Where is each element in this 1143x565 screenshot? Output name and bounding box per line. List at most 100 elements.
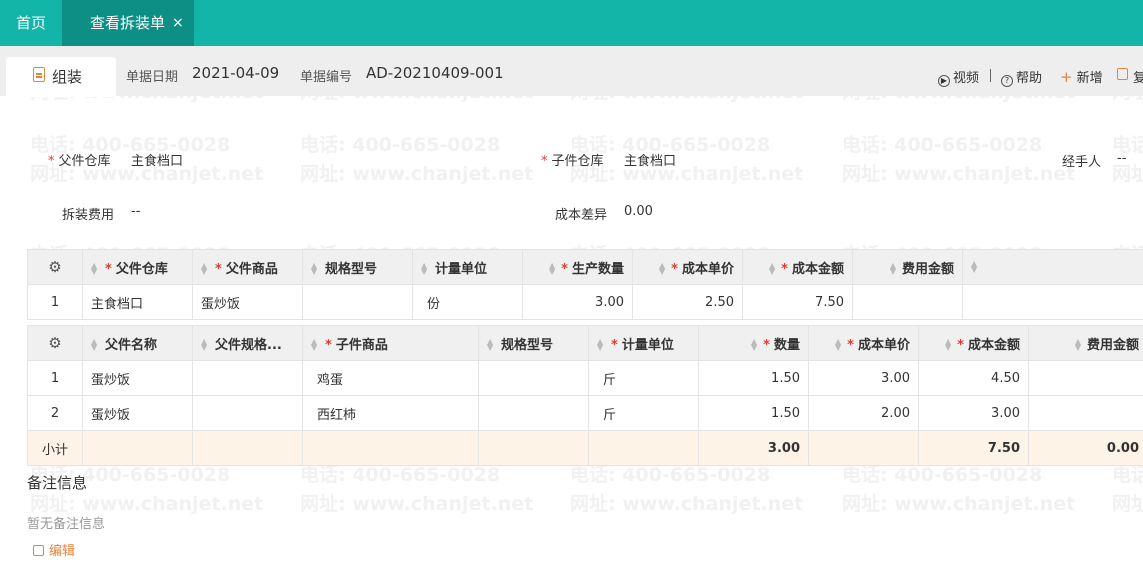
module-tab-assemble[interactable]: 组装 [6, 57, 116, 97]
watermark-site: 网址: www.chanjet.net [842, 163, 1076, 185]
col-header[interactable]: ▲ ▼ 计量单位 [412, 249, 523, 285]
col-header[interactable]: ▲ ▼ * 父件仓库 [82, 249, 193, 285]
video-button[interactable]: ▶ 视频 [938, 67, 979, 87]
table-row[interactable]: 1 主食档口 蛋炒饭 份 3.00 2.50 7.50 [27, 284, 1143, 320]
cell[interactable]: 2.50 [632, 284, 743, 320]
document-icon [33, 67, 45, 82]
col-header[interactable]: ▲ ▼ 费用金额 [852, 249, 963, 285]
watermark-phone: 电话: 400-665-0028 [300, 134, 501, 156]
toolbar-divider [990, 69, 991, 82]
cell[interactable] [1028, 360, 1143, 396]
cost-diff-value: 0.00 [624, 204, 653, 219]
cell[interactable] [302, 284, 413, 320]
doc-code-value: AD-20210409-001 [366, 64, 504, 82]
cell[interactable] [478, 360, 589, 396]
cell[interactable]: 3.00 [522, 284, 633, 320]
col-header[interactable]: ▲ ▼ * 成本金额 [742, 249, 853, 285]
edit-memo-button[interactable]: 编辑 [33, 540, 75, 559]
copy-icon[interactable] [1117, 68, 1128, 80]
cell[interactable]: 4.50 [918, 360, 1029, 396]
cell [808, 430, 919, 466]
cell[interactable]: 1.50 [698, 395, 809, 431]
column-settings-button[interactable]: ⚙ [27, 325, 83, 361]
sort-icon: ▲ ▼ [971, 259, 978, 274]
edit-icon [33, 545, 44, 556]
cell [478, 430, 589, 466]
cell [588, 430, 699, 466]
cell[interactable]: 1.50 [698, 360, 809, 396]
sort-icon: ▲ ▼ [201, 337, 208, 352]
doc-code-label: 单据编号 [300, 70, 353, 85]
subtotal-fee: 0.00 [1028, 430, 1143, 466]
watermark-site: 网址: www.chanjet.net [30, 493, 264, 515]
copy-label[interactable]: 复 [1133, 67, 1143, 86]
cell[interactable] [1028, 395, 1143, 431]
cell[interactable]: 3.00 [918, 395, 1029, 431]
col-header[interactable]: ▲ ▼ * 计量单位 [588, 325, 699, 361]
close-icon[interactable]: × [172, 0, 184, 46]
child-item-table: ⚙ ▲ ▼ 父件名称 ▲ ▼ 父件规格... ▲ ▼ * 子件商品 ▲ ▼ 规格型号 ▲ ▼ * 计量单… [27, 325, 1143, 466]
col-header[interactable]: ▲ ▼ 规格型号 [302, 249, 413, 285]
col-header[interactable]: ▲ ▼ * 成本单价 [632, 249, 743, 285]
handler-value: -- [1117, 151, 1127, 166]
col-header[interactable]: ▲ ▼ 父件名称 [82, 325, 193, 361]
cell[interactable] [478, 395, 589, 431]
cell[interactable]: 份 [412, 284, 523, 320]
watermark-site: 网址: www.chanjet.net [570, 493, 804, 515]
watermark-site: 网址: www.chanjet.net [842, 493, 1076, 515]
subtotal-label: 小计 [27, 430, 83, 466]
row-index: 1 [27, 360, 83, 396]
col-header[interactable]: ▲ ▼ 规格型号 [478, 325, 589, 361]
cell [82, 430, 193, 466]
col-header[interactable]: ▲ ▼ 父件规格... [192, 325, 303, 361]
table-row[interactable]: 1 蛋炒饭 鸡蛋 斤 1.50 3.00 4.50 [27, 360, 1143, 396]
sort-icon: ▲ ▼ [311, 261, 318, 276]
assembly-fee-value: -- [131, 204, 141, 219]
cell[interactable]: 蛋炒饭 [192, 284, 303, 320]
subtotal-qty: 3.00 [698, 430, 809, 466]
cost-diff-label: 成本差异 [555, 208, 608, 223]
sort-icon: ▲ ▼ [597, 337, 604, 352]
col-header[interactable]: ▲ ▼ * 父件商品 [192, 249, 303, 285]
watermark-site: 网址: www.chanjet.net [300, 163, 534, 185]
sort-icon: ▲ ▼ [1074, 337, 1081, 352]
col-header[interactable]: ▲ ▼ * 成本单价 [808, 325, 919, 361]
cell[interactable] [192, 360, 303, 396]
cell[interactable]: 3.00 [808, 360, 919, 396]
col-header[interactable]: ▲ ▼ * 成本金额 [918, 325, 1029, 361]
watermark-site: 网址: www.chanjet.net [1112, 493, 1143, 515]
parent-item-table: ⚙ ▲ ▼ * 父件仓库 ▲ ▼ * 父件商品 ▲ ▼ 规格型号 ▲ ▼ 计量单位 ▲ ▼ * 生产数量 … [27, 249, 1143, 320]
play-icon: ▶ [938, 75, 950, 87]
cell[interactable]: 7.50 [742, 284, 853, 320]
subtotal-row: 小计 3.00 7.50 0.00 [27, 430, 1143, 466]
cell[interactable]: 鸡蛋 [302, 360, 479, 396]
cell [192, 430, 303, 466]
cell[interactable] [192, 395, 303, 431]
col-header[interactable]: ▲ ▼ * 生产数量 [522, 249, 633, 285]
help-button[interactable]: ? 帮助 [1001, 67, 1042, 87]
watermark-phone: 电话: 400-665-0028 [842, 134, 1043, 156]
table-header-row: ⚙ ▲ ▼ 父件名称 ▲ ▼ 父件规格... ▲ ▼ * 子件商品 ▲ ▼ 规格型号 ▲ ▼ * 计量单… [27, 325, 1143, 361]
cell[interactable] [962, 284, 1143, 320]
table-row[interactable]: 2 蛋炒饭 西红柿 斤 1.50 2.00 3.00 [27, 395, 1143, 431]
cell[interactable]: 斤 [588, 360, 699, 396]
tab-home[interactable]: 首页 [0, 0, 62, 46]
add-button[interactable]: + 新增 [1060, 67, 1103, 86]
col-header[interactable]: ▲ ▼ * 数量 [698, 325, 809, 361]
cell[interactable]: 西红柿 [302, 395, 479, 431]
cell[interactable]: 主食档口 [82, 284, 193, 320]
column-settings-button[interactable]: ⚙ [27, 249, 83, 285]
cell[interactable]: 蛋炒饭 [82, 395, 193, 431]
handler-label: 经手人 [1062, 155, 1102, 170]
col-header[interactable]: ▲ ▼ [962, 249, 1143, 285]
table-header-row: ⚙ ▲ ▼ * 父件仓库 ▲ ▼ * 父件商品 ▲ ▼ 规格型号 ▲ ▼ 计量单位 ▲ ▼ * 生产数量 … [27, 249, 1143, 285]
sort-icon: ▲ ▼ [549, 261, 556, 276]
cell[interactable]: 斤 [588, 395, 699, 431]
assembly-fee-label: 拆装费用 [62, 208, 115, 223]
cell[interactable]: 蛋炒饭 [82, 360, 193, 396]
col-header[interactable]: ▲ ▼ * 子件商品 [302, 325, 479, 361]
col-header[interactable]: ▲ ▼ 费用金额 [1028, 325, 1143, 361]
cell[interactable] [852, 284, 963, 320]
cell[interactable]: 2.00 [808, 395, 919, 431]
cell [302, 430, 479, 466]
